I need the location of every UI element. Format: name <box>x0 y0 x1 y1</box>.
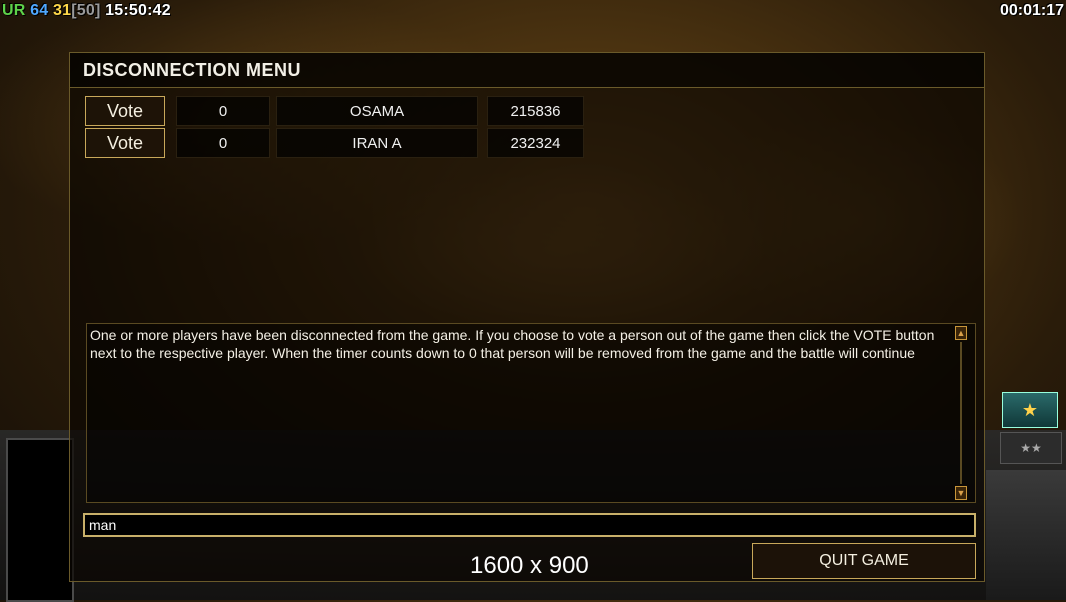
disconnection-dialog: DISCONNECTION MENU Vote 0 OSAMA 215836 V… <box>69 52 985 582</box>
chat-input[interactable] <box>83 513 976 537</box>
vote-button[interactable]: Vote <box>85 128 165 158</box>
player-row: Vote 0 OSAMA 215836 <box>85 96 584 126</box>
hud-stats: UR 64 31[50] 15:50:42 <box>2 2 171 20</box>
player-name: IRAN A <box>276 128 478 158</box>
hud-fps: 64 <box>30 2 49 19</box>
player-name: OSAMA <box>276 96 478 126</box>
quit-game-button[interactable]: QUIT GAME <box>752 543 976 579</box>
dialog-title: DISCONNECTION MENU <box>83 59 302 80</box>
hud-clock: 15:50:42 <box>105 2 171 19</box>
game-timer: 00:01:17 <box>999 2 1064 19</box>
player-ping: 232324 <box>487 128 584 158</box>
radar-minimap[interactable] <box>6 438 74 602</box>
player-row: Vote 0 IRAN A 232324 <box>85 128 584 158</box>
rank-insignia-icon[interactable]: ★ <box>1002 392 1058 428</box>
side-panel <box>986 470 1066 600</box>
message-scrollbar[interactable]: ▲ ▼ <box>955 326 969 500</box>
vote-button[interactable]: Vote <box>85 96 165 126</box>
scroll-down-icon[interactable]: ▼ <box>955 486 967 500</box>
hud-value: 31 <box>53 2 72 19</box>
player-ping: 215836 <box>487 96 584 126</box>
message-text: One or more players have been disconnect… <box>90 327 935 361</box>
vote-timer: 0 <box>176 128 270 158</box>
vote-timer: 0 <box>176 96 270 126</box>
resolution-label: 1600 x 900 <box>470 552 589 579</box>
dialog-header: DISCONNECTION MENU <box>70 53 984 88</box>
scroll-track[interactable] <box>960 342 962 484</box>
hud-limit: [50] <box>71 2 101 19</box>
message-box: One or more players have been disconnect… <box>86 323 976 503</box>
rank-stars-icon: ★★ <box>1000 432 1062 464</box>
hud-ur: UR <box>2 2 26 19</box>
scroll-up-icon[interactable]: ▲ <box>955 326 967 340</box>
